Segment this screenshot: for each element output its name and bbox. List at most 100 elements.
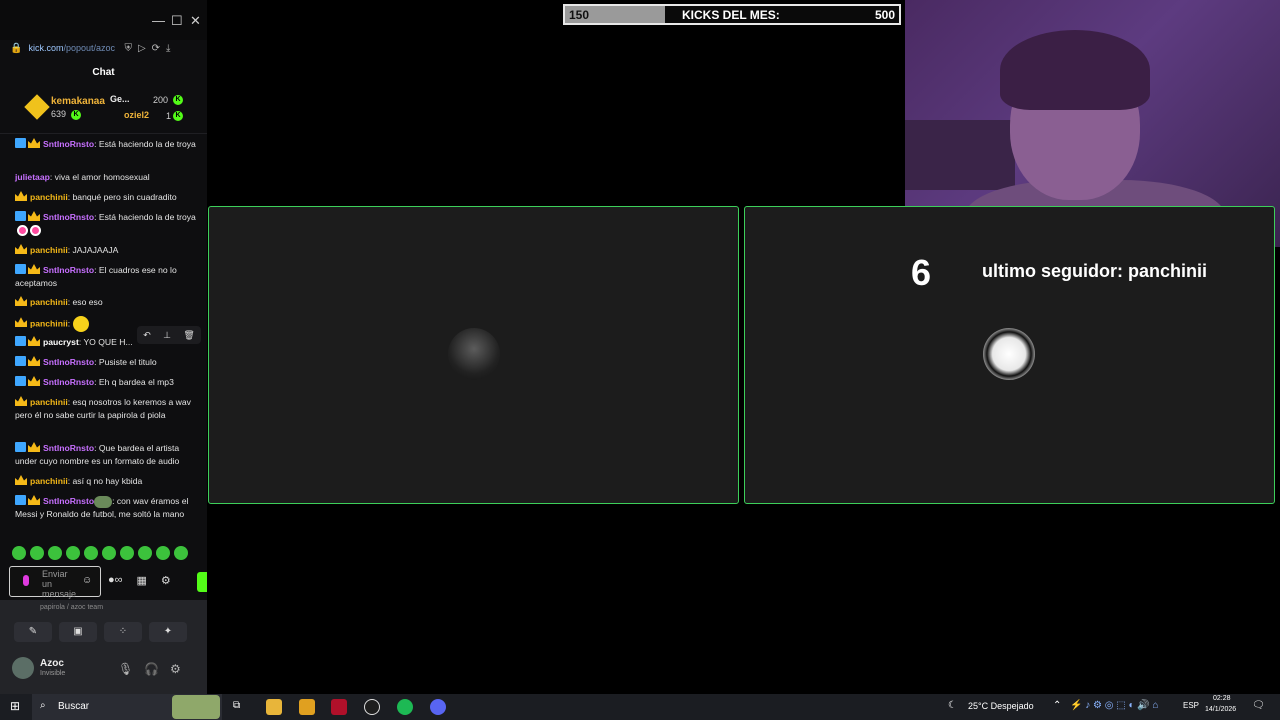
taskbar-search[interactable]: ⌕ Buscar [32, 694, 222, 720]
avatar [448, 328, 500, 380]
chat-message[interactable]: paucryst: YO QUE H... [15, 336, 135, 349]
desktop-stage: — ☐ ✕ 🔒 kick.com/popout/azoc ⛨ ▷ ⟳ ⤓ Cha… [0, 0, 1280, 694]
chat-username[interactable]: SntInoRnsto [43, 357, 94, 367]
store-icon[interactable]: ▦ [137, 574, 147, 587]
crown-badge-icon [28, 356, 40, 366]
windows-start-icon[interactable]: ⊞ [10, 699, 20, 713]
chat-username[interactable]: SntInoRnsto [43, 265, 94, 275]
delete-icon[interactable]: 🗑 [183, 330, 194, 341]
chat-username[interactable]: SntInoRnsto [43, 443, 94, 453]
chat-username[interactable]: panchinii [30, 245, 68, 255]
chat-username[interactable]: panchinii [30, 397, 68, 407]
spotify-icon[interactable] [397, 699, 413, 715]
chat-username[interactable]: panchinii [30, 297, 68, 307]
download-icon[interactable]: ⤓ [166, 43, 170, 54]
emote-icon[interactable] [174, 546, 188, 560]
chat-message[interactable]: panchinii: JAJAJAAJA [15, 244, 197, 257]
emote-icon[interactable] [48, 546, 62, 560]
task-view-icon[interactable]: ⧉ [233, 700, 240, 711]
screen-share-button[interactable]: ▣ [59, 622, 97, 642]
chat-username[interactable]: panchinii [30, 318, 68, 328]
shield-icon[interactable]: ⛨ [124, 43, 132, 54]
chat-username[interactable]: julietaap [15, 172, 50, 182]
address-bar[interactable]: 🔒 kick.com/popout/azoc ⛨ ▷ ⟳ ⤓ [0, 40, 207, 56]
emote-icon[interactable] [66, 546, 80, 560]
reply-icon[interactable]: ↶ [143, 330, 151, 341]
notifications-icon[interactable]: 🗨 [1252, 700, 1265, 711]
send-button[interactable] [197, 572, 207, 592]
weather-text[interactable]: 25°C Despejado [968, 701, 1034, 711]
avatar[interactable] [12, 657, 34, 679]
emote-icon[interactable] [84, 546, 98, 560]
url-path: /popout/azoc [63, 43, 116, 53]
chat-message[interactable]: panchinii: eso eso [15, 296, 197, 309]
obs-icon[interactable] [364, 699, 380, 715]
chat-message[interactable]: SntInoRnsto: Está haciendo la de troya [15, 138, 197, 151]
emote-icon[interactable] [102, 546, 116, 560]
participant-panel-left[interactable] [208, 206, 739, 504]
extension-icon[interactable]: ⟳ [152, 43, 160, 54]
discord-icon[interactable] [430, 699, 446, 715]
follower-count: 6 [911, 252, 932, 293]
chat-text: : YO QUE H... [78, 337, 133, 347]
participant-panel-right[interactable] [744, 206, 1275, 504]
leader-2-name[interactable]: Ge... [110, 94, 130, 104]
clock-date[interactable]: 14/1/2026 [1205, 706, 1236, 713]
emote-icon[interactable] [12, 546, 26, 560]
play-icon[interactable]: ▷ [138, 43, 146, 54]
chat-message[interactable]: SntInoRnsto: Está haciendo la de troya [15, 211, 197, 237]
chat-input[interactable]: Enviar un mensaje ☺ [9, 566, 101, 599]
chat-message[interactable]: panchinii: así q no hay kbida [15, 475, 197, 488]
chat-message[interactable]: panchinii: banqué pero sin cuadradito [15, 191, 197, 204]
camera-off-button[interactable]: ✎ [14, 622, 52, 642]
chat-message[interactable]: SntInoRnsto: Que bardea el artista under… [15, 442, 197, 468]
app-icon[interactable] [299, 699, 315, 715]
chat-username[interactable]: SntInoRnsto [43, 496, 94, 506]
chat-message[interactable]: julietaap: viva el amor homosexual [15, 171, 197, 184]
background-shelf [905, 120, 1015, 190]
clock-time[interactable]: 02:28 [1213, 695, 1231, 702]
chat-message[interactable]: SntInoRnsto: Eh q bardea el mp3 [15, 376, 197, 389]
chat-username[interactable]: paucryst [43, 337, 79, 347]
emote-icon[interactable] [120, 546, 134, 560]
chat-username[interactable]: SntInoRnsto [43, 377, 94, 387]
pin-icon[interactable]: ⊥ [163, 330, 171, 341]
chat-username[interactable]: panchinii [30, 192, 68, 202]
file-explorer-icon[interactable] [266, 699, 282, 715]
leader-1-name[interactable]: kemakanaa [51, 96, 105, 107]
emote-icon[interactable] [138, 546, 152, 560]
emote-icon [30, 225, 41, 237]
close-button[interactable]: ✕ [190, 14, 201, 27]
subscriber-badge-icon [15, 211, 26, 221]
emote-icon[interactable] [30, 546, 44, 560]
chat-username[interactable]: SntInoRnsto [43, 139, 94, 149]
chat-message[interactable]: panchinii: esq nosotros lo keremos a wav… [15, 396, 197, 422]
minimize-button[interactable]: — [152, 14, 165, 27]
gear-icon[interactable]: ⚙ [170, 662, 181, 676]
tray-icons[interactable]: ⚡ ♪ ⚙ ◎ ⬚ ◐ 🔊 ⌂ [1070, 700, 1159, 711]
microphone-icon[interactable] [23, 575, 29, 586]
crown-badge-icon [15, 317, 27, 328]
settings-icon[interactable]: ⚙ [161, 574, 171, 587]
chat-message[interactable]: SntInoRnsto: El cuadros ese no lo acepta… [15, 264, 197, 290]
users-icon[interactable]: ●∞ [108, 574, 123, 587]
activities-button[interactable]: ⁘ [104, 622, 142, 642]
kicks-goal: 500 [874, 8, 895, 22]
language-indicator[interactable]: ESP [1183, 701, 1199, 710]
emote-icon[interactable] [156, 546, 170, 560]
emoji-icon[interactable]: ☺ [82, 575, 92, 586]
chat-message[interactable]: SntInoRnsto: con wav éramos el Messi y R… [15, 495, 197, 521]
chat-username[interactable]: SntInoRnsto [43, 212, 94, 222]
chat-message[interactable]: SntInoRnsto: Pusiste el titulo [15, 356, 197, 369]
chevron-up-icon[interactable]: ⌃ [1053, 700, 1061, 711]
chat-text: : banqué pero sin cuadradito [67, 192, 177, 202]
app-icon[interactable] [331, 699, 347, 715]
chat-username[interactable]: panchinii [30, 476, 68, 486]
soundboard-button[interactable]: ✦ [149, 622, 187, 642]
maximize-button[interactable]: ☐ [171, 14, 183, 27]
leader-3-name[interactable]: oziel2 [124, 110, 149, 120]
microphone-icon[interactable]: 🎙 [118, 662, 133, 676]
headphones-icon[interactable]: 🎧 [144, 662, 159, 676]
kicks-goal-bar: 150 KICKS DEL MES: 500 [563, 4, 901, 25]
chat-text: : Está haciendo la de troya [94, 212, 196, 222]
